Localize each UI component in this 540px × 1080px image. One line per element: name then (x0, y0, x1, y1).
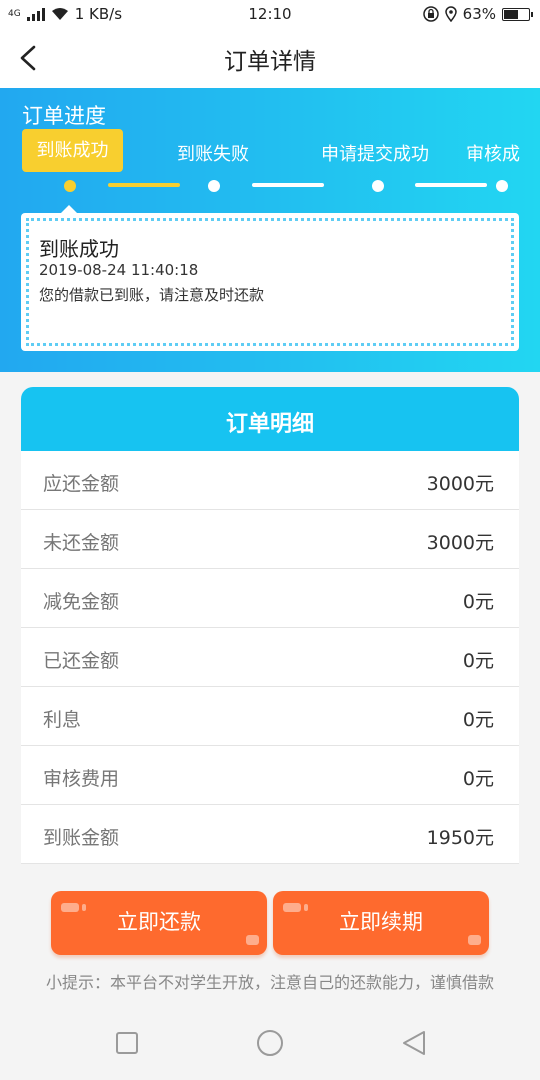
row-label: 已还金额 (43, 650, 120, 672)
order-row-paid-amount: 已还金额 0元 (21, 628, 519, 687)
row-label: 未还金额 (43, 532, 120, 554)
row-value: 1950元 (426, 827, 494, 849)
detail-status: 到账成功 (39, 237, 119, 261)
repay-now-label: 立即还款 (117, 910, 201, 934)
detail-timestamp: 2019-08-24 11:40:18 (39, 261, 199, 279)
page-title: 订单详情 (224, 49, 316, 75)
status-bar: 4G 1 KB/s 12:10 63% (0, 0, 540, 28)
step-label-failed[interactable]: 到账失败 (177, 140, 249, 166)
row-label: 应还金额 (43, 473, 120, 495)
tip-text: 小提示：本平台不对学生开放，注意自己的还款能力，谨慎借款 (45, 973, 494, 992)
header-bar: 订单详情 (0, 28, 540, 88)
status-right: 63% (422, 5, 533, 23)
order-row-review-fee: 审核费用 0元 (21, 746, 519, 805)
row-label: 利息 (43, 709, 82, 731)
step-connector (108, 183, 180, 187)
triangle-back-icon (403, 1031, 425, 1055)
rotation-lock-icon (422, 6, 439, 22)
row-label: 审核费用 (43, 768, 120, 790)
row-value: 0元 (462, 768, 494, 790)
button-decoration (304, 904, 308, 911)
progress-detail-card: 到账成功 2019-08-24 11:40:18 您的借款已到账，请注意及时还款 (21, 205, 519, 351)
detail-message: 您的借款已到账，请注意及时还款 (39, 286, 265, 304)
button-decoration (82, 904, 86, 911)
step-dot-received (64, 180, 76, 192)
progress-title: 订单进度 (22, 104, 106, 128)
system-back-button[interactable] (399, 1028, 429, 1058)
row-value: 3000元 (426, 532, 494, 554)
order-detail-card: 订单明细 应还金额 3000元 未还金额 3000元 减免金额 0元 已还金额 … (21, 387, 519, 873)
location-icon (444, 6, 457, 22)
battery-percent: 63% (462, 5, 496, 23)
square-icon (116, 1032, 138, 1054)
order-row-received-amount: 到账金额 1950元 (21, 805, 519, 864)
renew-now-label: 立即续期 (339, 910, 423, 934)
step-label-review[interactable]: 审核成 (466, 140, 520, 166)
button-decoration (468, 935, 481, 945)
step-connector (415, 183, 487, 187)
row-value: 0元 (462, 650, 494, 672)
system-nav-bar (0, 1000, 540, 1080)
battery-icon (502, 7, 533, 21)
step-connector (252, 183, 324, 187)
order-detail-title: 订单明细 (225, 412, 314, 437)
order-row-interest: 利息 0元 (21, 687, 519, 746)
button-decoration (283, 903, 301, 912)
button-decoration (61, 903, 79, 912)
repay-now-button[interactable]: 立即还款 (51, 891, 267, 955)
step-dot-review (496, 180, 508, 192)
row-label: 减免金额 (43, 591, 120, 613)
circle-icon (257, 1030, 283, 1056)
row-label: 到账金额 (43, 827, 120, 849)
step-label-submitted[interactable]: 申请提交成功 (321, 140, 429, 166)
row-value: 0元 (462, 591, 494, 613)
order-detail-list: 应还金额 3000元 未还金额 3000元 减免金额 0元 已还金额 0元 利息… (21, 451, 519, 864)
home-button[interactable] (255, 1028, 285, 1058)
step-dot-submitted (372, 180, 384, 192)
order-row-unpaid-amount: 未还金额 3000元 (21, 510, 519, 569)
row-value: 0元 (462, 709, 494, 731)
order-progress-section: 订单进度 到账成功 到账失败 申请提交成功 审核成 到账成功 2019-08-2… (0, 88, 540, 372)
renew-now-button[interactable]: 立即续期 (273, 891, 489, 955)
step-dot-failed (208, 180, 220, 192)
row-value: 3000元 (426, 473, 494, 495)
step-label-received[interactable]: 到账成功 (22, 129, 123, 172)
button-decoration (246, 935, 259, 945)
order-row-waived-amount: 减免金额 0元 (21, 569, 519, 628)
order-detail-header: 订单明细 (21, 387, 519, 458)
order-row-due-amount: 应还金额 3000元 (21, 451, 519, 510)
recent-apps-button[interactable] (112, 1028, 142, 1058)
